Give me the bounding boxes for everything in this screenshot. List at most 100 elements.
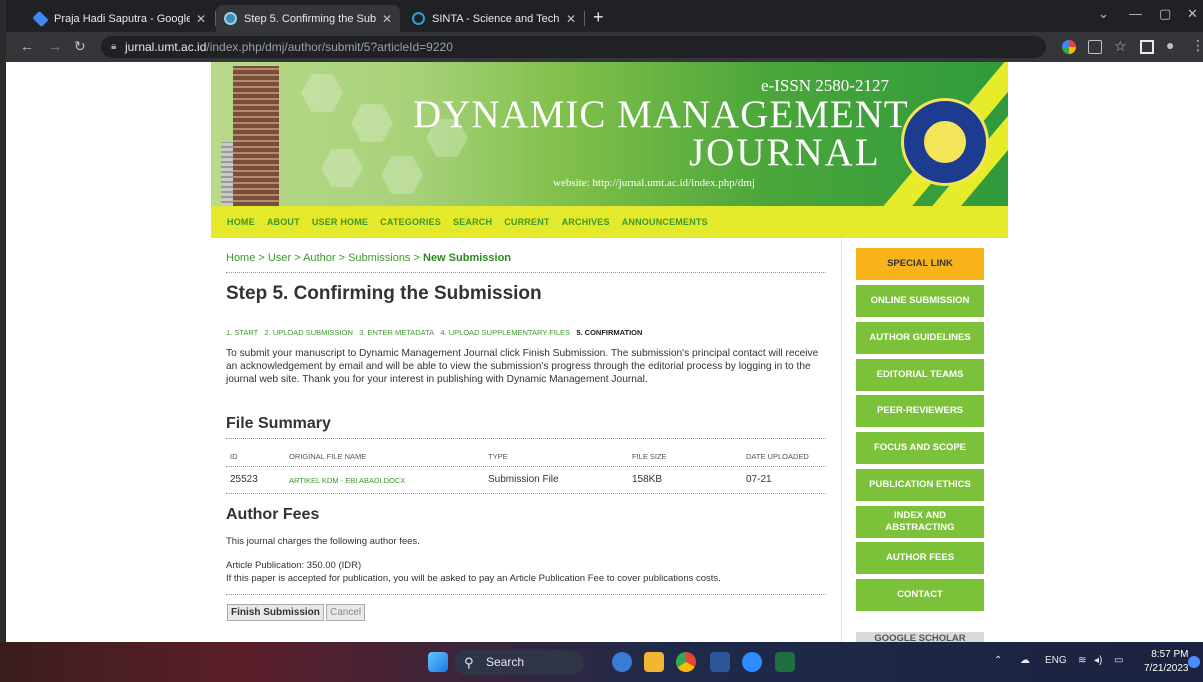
sidebar-publication-ethics[interactable]: PUBLICATION ETHICS <box>856 469 984 501</box>
browser-toolbar: ← → ↻ 🔒︎ jurnal.umt.ac.id/index.php/dmj/… <box>6 32 1203 62</box>
google-scholar-icon <box>32 10 49 27</box>
tray-overflow-icon[interactable]: ⌃ <box>994 655 1002 666</box>
nav-announcements[interactable]: ANNOUNCEMENTS <box>622 217 708 227</box>
google-lens-icon[interactable] <box>1062 40 1076 54</box>
reload-icon[interactable]: ↻ <box>74 38 86 55</box>
close-window-icon[interactable]: ✕ <box>1187 6 1198 22</box>
wifi-icon[interactable]: ≋ <box>1078 655 1086 666</box>
web-page: e-ISSN 2580-2127 DYNAMIC MANAGEMENT JOUR… <box>6 62 1203 642</box>
sidebar-contact[interactable]: CONTACT <box>856 579 984 611</box>
onedrive-icon[interactable]: ☁ <box>1020 655 1030 666</box>
taskbar-search[interactable]: ⚲ Search <box>454 650 584 675</box>
browser-chrome: Praja Hadi Saputra - Google Scho ✕ Step … <box>6 0 1203 62</box>
step-start[interactable]: 1. START <box>226 328 258 337</box>
nav-search[interactable]: SEARCH <box>453 217 492 227</box>
close-icon[interactable]: ✕ <box>382 12 392 26</box>
author-fees-intro: This journal charges the following autho… <box>226 536 420 547</box>
breadcrumb-home[interactable]: Home <box>226 252 255 264</box>
column-header: FILE SIZE <box>632 452 667 461</box>
tab-search-icon[interactable]: ⌄ <box>1098 6 1109 22</box>
forward-icon[interactable]: → <box>48 38 62 54</box>
sidebar-index-abstracting[interactable]: INDEX AND ABSTRACTING <box>856 506 984 538</box>
tab-strip: Praja Hadi Saputra - Google Scho ✕ Step … <box>6 0 1203 32</box>
tab-sinta[interactable]: SINTA - Science and Technology ✕ <box>404 5 584 32</box>
sidebar-online-submission[interactable]: ONLINE SUBMISSION <box>856 285 984 317</box>
windows-taskbar: ⚲ Search ⌃ ☁ ENG ≋ ◂) ▭ 8:57 PM 7/21/202… <box>0 642 1203 682</box>
university-seal-logo <box>901 98 989 186</box>
page-title: Step 5. Confirming the Submission <box>226 283 542 304</box>
sidebar-focus-scope[interactable]: FOCUS AND SCOPE <box>856 432 984 464</box>
file-summary-heading: File Summary <box>226 415 331 432</box>
decorative-hexagon <box>321 149 363 187</box>
tab-confirming-submission[interactable]: Step 5. Confirming the Submissio ✕ <box>216 5 400 32</box>
close-icon[interactable]: ✕ <box>566 12 576 26</box>
table-divider <box>226 466 826 467</box>
file-date: 07-21 <box>746 474 772 485</box>
site-favicon-icon <box>224 12 237 25</box>
bing-icon[interactable] <box>612 652 632 672</box>
breadcrumb-submissions[interactable]: Submissions <box>348 252 410 264</box>
word-icon[interactable] <box>710 652 730 672</box>
restore-icon[interactable]: ▢ <box>1159 6 1171 22</box>
breadcrumb-current[interactable]: New Submission <box>423 252 511 264</box>
nav-about[interactable]: ABOUT <box>267 217 300 227</box>
cancel-button[interactable]: Cancel <box>326 604 366 621</box>
chrome-icon[interactable] <box>676 652 696 672</box>
step-enter-metadata[interactable]: 3. ENTER METADATA <box>359 328 434 337</box>
divider <box>226 272 826 273</box>
nav-categories[interactable]: CATEGORIES <box>380 217 441 227</box>
step-confirmation: 5. CONFIRMATION <box>576 328 643 337</box>
finish-submission-button[interactable]: Finish Submission <box>227 604 324 621</box>
sidebar-google-scholar[interactable]: GOOGLE SCHOLAR <box>856 632 984 642</box>
author-fees-heading: Author Fees <box>226 506 320 523</box>
minimize-icon[interactable]: — <box>1129 6 1142 21</box>
column-header: TYPE <box>488 452 508 461</box>
file-explorer-icon[interactable] <box>644 652 664 672</box>
sidebar-editorial-teams[interactable]: EDITORIAL TEAMS <box>856 359 984 391</box>
nav-user-home[interactable]: USER HOME <box>312 217 368 227</box>
windows-start-icon[interactable] <box>428 652 448 672</box>
decorative-hexagon <box>301 74 343 112</box>
file-name-link[interactable]: ARTIKEL KDM - EBI ABADI.DOCX <box>289 476 405 485</box>
notification-badge-icon[interactable] <box>1188 656 1200 668</box>
excel-icon[interactable] <box>775 652 795 672</box>
sidebar-author-guidelines[interactable]: AUTHOR GUIDELINES <box>856 322 984 354</box>
tab-google-scholar[interactable]: Praja Hadi Saputra - Google Scho ✕ <box>26 5 214 32</box>
breadcrumb-user[interactable]: User <box>268 252 291 264</box>
seal-emblem <box>920 117 970 167</box>
bookmark-star-icon[interactable]: ☆ <box>1114 38 1127 55</box>
loading-spinner-icon <box>412 12 425 25</box>
column-header: ID <box>230 452 238 461</box>
sidebar-divider <box>841 238 842 642</box>
new-tab-button[interactable]: + <box>593 7 604 28</box>
battery-icon[interactable]: ▭ <box>1114 655 1123 666</box>
file-size: 158KB <box>632 474 663 485</box>
address-bar[interactable]: 🔒︎ jurnal.umt.ac.id/index.php/dmj/author… <box>101 36 1046 58</box>
share-icon[interactable] <box>1088 40 1102 54</box>
nav-home[interactable]: HOME <box>227 217 255 227</box>
zoom-icon[interactable] <box>742 652 762 672</box>
profile-icon[interactable]: ● <box>1166 37 1174 53</box>
language-indicator[interactable]: ENG <box>1045 655 1067 666</box>
tab-separator <box>584 11 585 26</box>
more-menu-icon[interactable]: ⋮ <box>1191 37 1203 54</box>
step-upload-supplementary[interactable]: 4. UPLOAD SUPPLEMENTARY FILES <box>440 328 570 337</box>
step-upload-submission[interactable]: 2. UPLOAD SUBMISSION <box>265 328 353 337</box>
tower-image <box>233 66 279 206</box>
breadcrumb-author[interactable]: Author <box>303 252 335 264</box>
close-icon[interactable]: ✕ <box>196 12 206 26</box>
system-clock[interactable]: 8:57 PM 7/21/2023 <box>1144 648 1189 676</box>
back-icon[interactable]: ← <box>20 38 34 54</box>
fee-description: If this paper is accepted for publicatio… <box>226 573 721 584</box>
decorative-hexagon <box>351 104 393 142</box>
side-panel-icon[interactable] <box>1140 40 1154 54</box>
column-header: DATE UPLOADED <box>746 452 809 461</box>
fee-line: Article Publication: 350.00 (IDR) <box>226 560 362 571</box>
sidebar-author-fees[interactable]: AUTHOR FEES <box>856 542 984 574</box>
sidebar-special-link: SPECIAL LINK <box>856 248 984 280</box>
volume-icon[interactable]: ◂) <box>1094 655 1102 666</box>
divider <box>226 438 826 439</box>
nav-archives[interactable]: ARCHIVES <box>562 217 610 227</box>
nav-current[interactable]: CURRENT <box>504 217 549 227</box>
sidebar-peer-reviewers[interactable]: PEER-REVIEWERS <box>856 395 984 427</box>
